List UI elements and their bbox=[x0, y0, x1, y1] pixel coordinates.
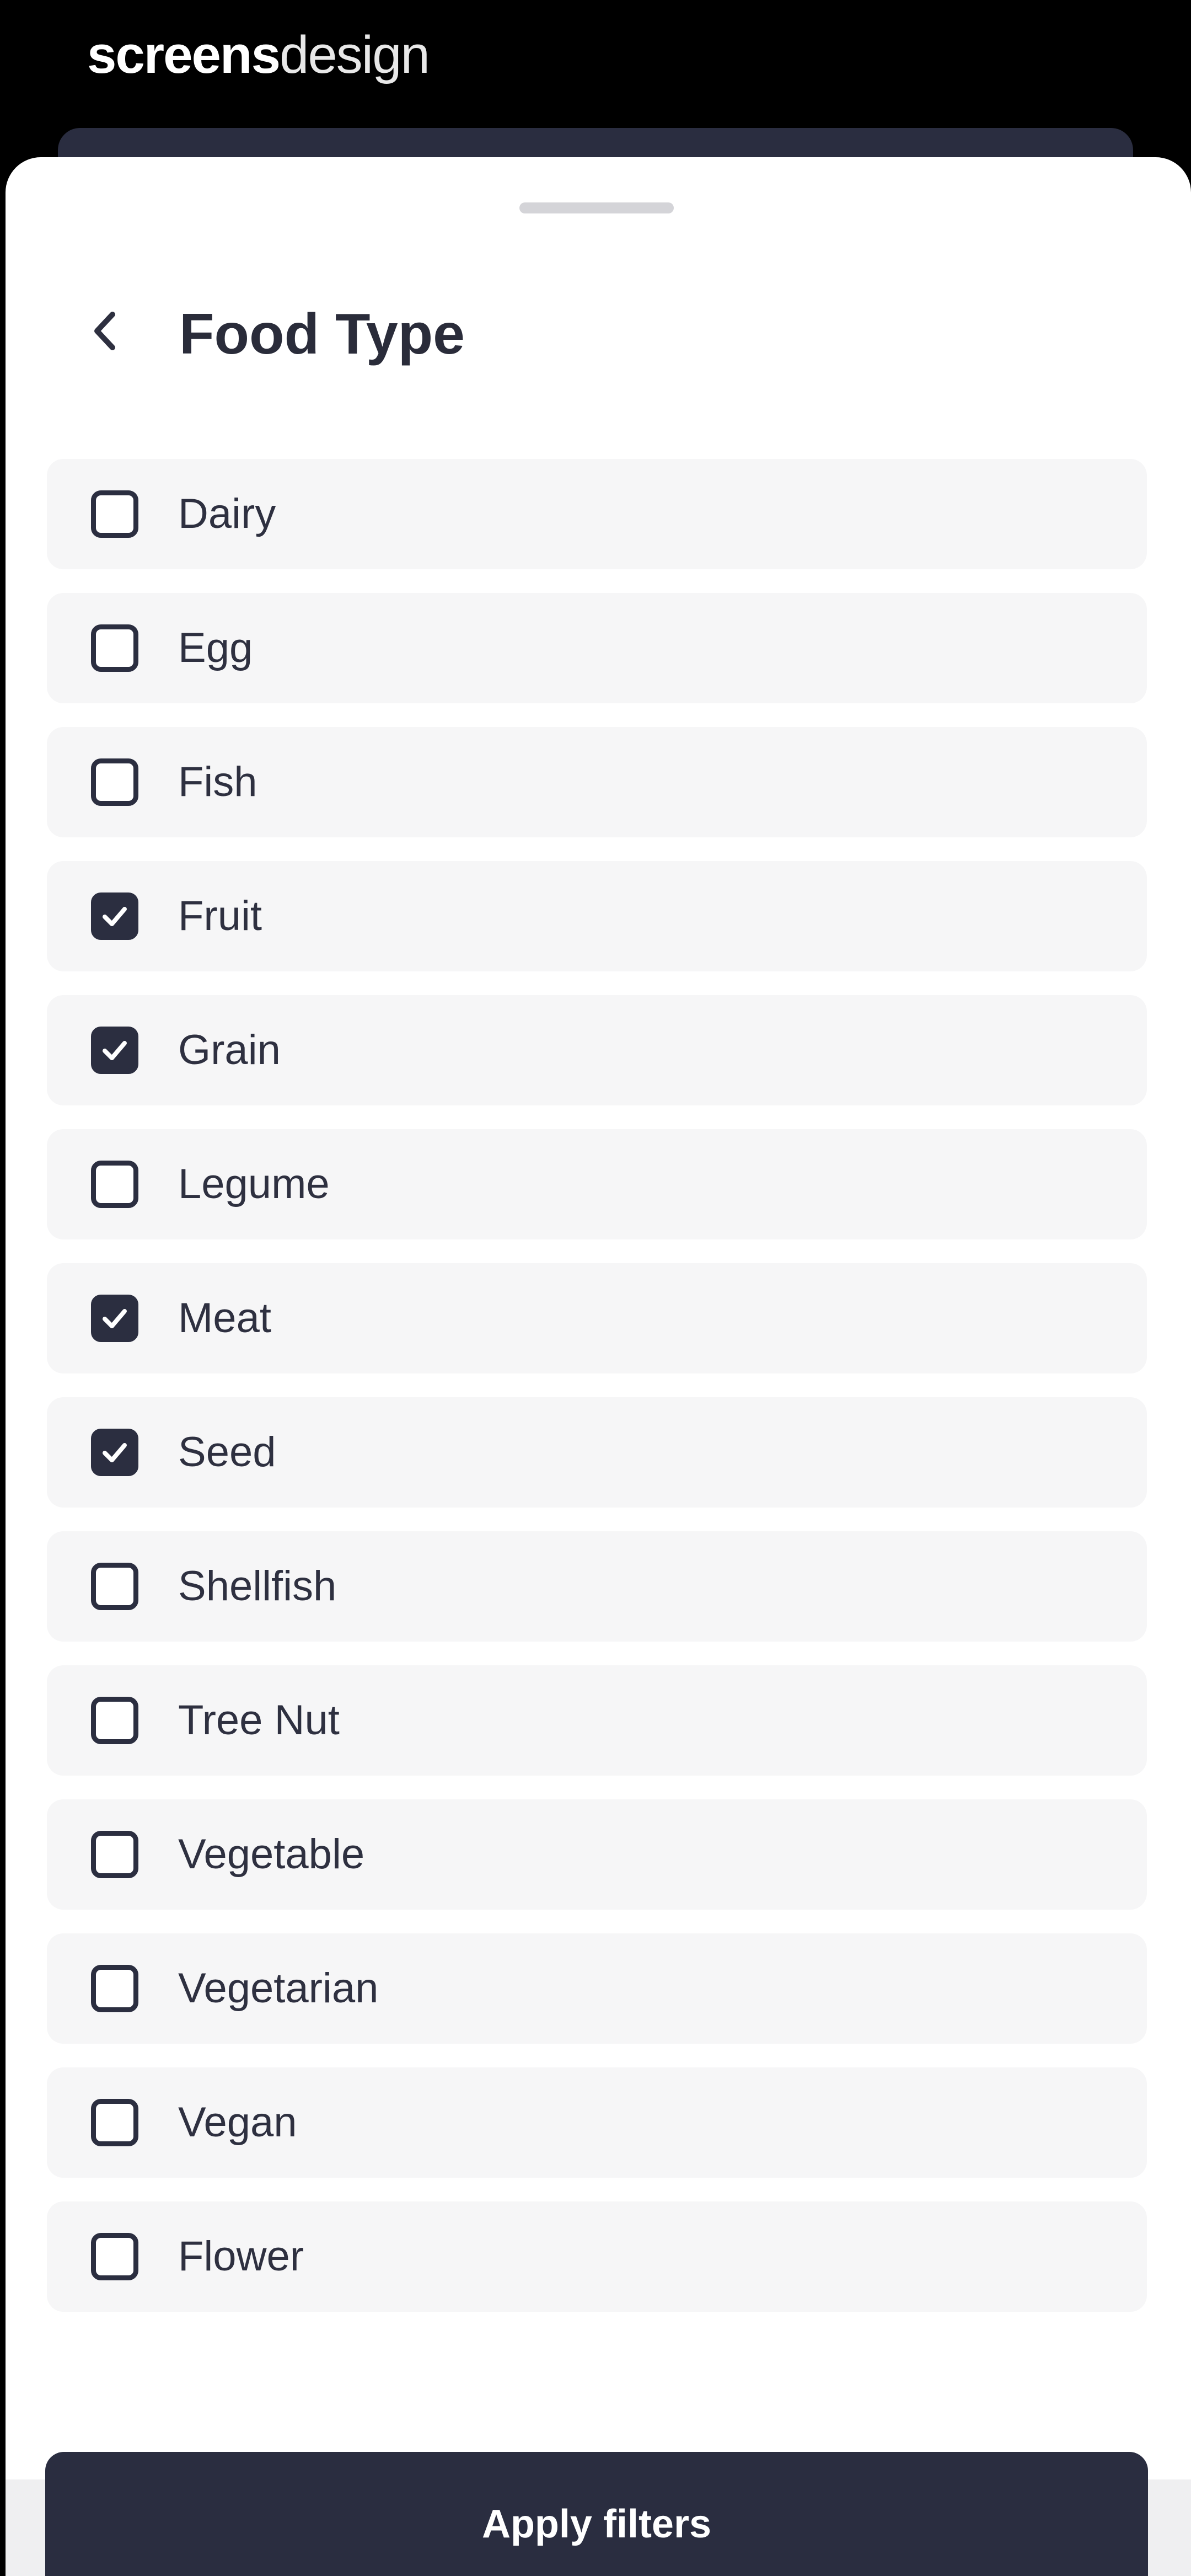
page-title: Food Type bbox=[179, 302, 465, 366]
checkbox-unchecked[interactable] bbox=[91, 1697, 138, 1744]
watermark-light-text: design bbox=[279, 25, 430, 84]
checkbox-unchecked[interactable] bbox=[91, 2099, 138, 2146]
checkbox-unchecked[interactable] bbox=[91, 624, 138, 672]
checkbox-checked[interactable] bbox=[91, 1027, 138, 1074]
filter-item-label: Fish bbox=[178, 758, 257, 805]
chevron-left-icon bbox=[94, 312, 115, 350]
watermark-bold-text: screens bbox=[87, 25, 281, 84]
filter-item[interactable]: Flower bbox=[47, 2201, 1147, 2312]
filter-item[interactable]: Fruit bbox=[47, 861, 1147, 971]
checkbox-unchecked[interactable] bbox=[91, 1831, 138, 1878]
checkbox-unchecked[interactable] bbox=[91, 1161, 138, 1208]
app-screen: screensdesign Food Type Dairy Egg Fish Frui… bbox=[0, 0, 1191, 2576]
back-button[interactable] bbox=[74, 301, 135, 361]
sheet-header: Food Type bbox=[6, 290, 1191, 378]
filter-item[interactable]: Vegetable bbox=[47, 1799, 1147, 1910]
food-type-list: Dairy Egg Fish Fruit Grain Legume Meat Seed Shel… bbox=[47, 459, 1147, 2423]
filter-item[interactable]: Shellfish bbox=[47, 1531, 1147, 1642]
food-type-filter-sheet: Food Type Dairy Egg Fish Fruit Grain Legume Me… bbox=[6, 157, 1191, 2576]
checkmark-icon bbox=[103, 1309, 127, 1328]
filter-item-label: Fruit bbox=[178, 892, 262, 939]
checkbox-checked[interactable] bbox=[91, 1295, 138, 1342]
filter-item[interactable]: Egg bbox=[47, 593, 1147, 703]
filter-item-label: Seed bbox=[178, 1429, 276, 1476]
filter-item-label: Egg bbox=[178, 624, 253, 671]
checkmark-icon bbox=[103, 907, 127, 926]
checkbox-unchecked[interactable] bbox=[91, 1965, 138, 2012]
checkbox-checked[interactable] bbox=[91, 1429, 138, 1476]
checkmark-icon bbox=[103, 1041, 127, 1060]
checkbox-unchecked[interactable] bbox=[91, 2233, 138, 2280]
filter-item[interactable]: Vegetarian bbox=[47, 1933, 1147, 2044]
filter-item[interactable]: Grain bbox=[47, 995, 1147, 1105]
filter-item-label: Meat bbox=[178, 1295, 271, 1342]
filter-item-label: Tree Nut bbox=[178, 1697, 340, 1744]
filter-item[interactable]: Dairy bbox=[47, 459, 1147, 569]
apply-filters-button[interactable]: Apply filters bbox=[45, 2452, 1148, 2576]
screensdesign-watermark: screensdesign bbox=[87, 22, 430, 88]
sheet-drag-handle[interactable] bbox=[519, 202, 674, 213]
checkbox-unchecked[interactable] bbox=[91, 758, 138, 806]
checkmark-icon bbox=[103, 1443, 127, 1462]
filter-item[interactable]: Fish bbox=[47, 727, 1147, 837]
filter-item-label: Legume bbox=[178, 1161, 330, 1207]
filter-item[interactable]: Meat bbox=[47, 1263, 1147, 1373]
filter-item-label: Grain bbox=[178, 1027, 281, 1073]
filter-item-label: Vegetarian bbox=[178, 1965, 379, 2012]
checkbox-unchecked[interactable] bbox=[91, 1563, 138, 1610]
filter-item-label: Vegan bbox=[178, 2099, 297, 2146]
filter-item-label: Dairy bbox=[178, 490, 276, 537]
filter-item-label: Shellfish bbox=[178, 1563, 337, 1610]
filter-item[interactable]: Seed bbox=[47, 1397, 1147, 1508]
checkbox-checked[interactable] bbox=[91, 892, 138, 940]
filter-item-label: Vegetable bbox=[178, 1831, 365, 1878]
filter-item[interactable]: Tree Nut bbox=[47, 1665, 1147, 1776]
filter-item[interactable]: Legume bbox=[47, 1129, 1147, 1239]
filter-item[interactable]: Vegan bbox=[47, 2067, 1147, 2178]
filter-item-label: Flower bbox=[178, 2233, 304, 2280]
checkbox-unchecked[interactable] bbox=[91, 490, 138, 538]
